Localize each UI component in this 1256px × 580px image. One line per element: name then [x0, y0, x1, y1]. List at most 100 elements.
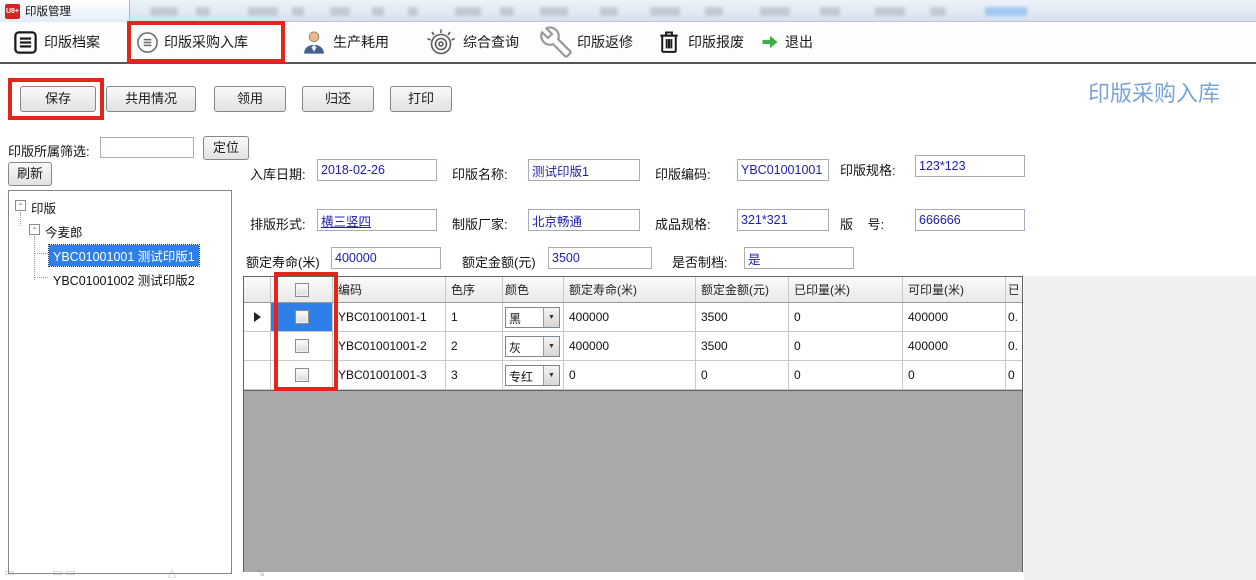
u8-logo-icon: U8+	[5, 4, 20, 19]
clipped-bottom-icon: ↘	[256, 566, 265, 579]
toolbar-item-comprehensive-query[interactable]: 综合查询	[424, 22, 519, 62]
cell-code[interactable]: YBC01001001-2	[333, 332, 446, 360]
clipped-bottom-icon: ▭	[4, 566, 14, 579]
row-selector[interactable]	[244, 303, 271, 331]
obscured-tab-item	[196, 7, 210, 16]
clipped-bottom-icon: △	[168, 566, 176, 579]
cell-printable[interactable]: 0	[903, 361, 1006, 389]
cell-color-seq[interactable]: 1	[446, 303, 503, 331]
plate-code-field[interactable]	[737, 159, 829, 181]
row-checkbox[interactable]	[295, 339, 309, 353]
cell-rated-amount[interactable]: 3500	[696, 303, 789, 331]
cell-printed[interactable]: 0	[789, 332, 903, 360]
cell-rated-life[interactable]: 0	[564, 361, 696, 389]
chevron-down-icon[interactable]: ▼	[543, 366, 559, 385]
color-dropdown[interactable]: 黑▼	[505, 307, 560, 328]
document-list-icon	[12, 29, 39, 56]
tree-collapse-root-icon[interactable]: -	[15, 200, 26, 211]
obscured-tab-item	[500, 7, 514, 16]
cell-color-seq[interactable]: 2	[446, 332, 503, 360]
return-button[interactable]: 归还	[302, 86, 374, 112]
in-date-field[interactable]	[317, 159, 437, 181]
toolbar-item-exit[interactable]: 退出	[760, 22, 813, 62]
cell-color-seq[interactable]: 3	[446, 361, 503, 389]
person-icon	[300, 28, 328, 56]
cell-printable[interactable]: 400000	[903, 303, 1006, 331]
row-selector[interactable]	[244, 332, 271, 360]
clipped-bottom-icon: ▭ ▭	[52, 566, 76, 579]
tree-collapse-group-icon[interactable]: -	[29, 224, 40, 235]
header-color-seq[interactable]: 色序	[446, 277, 503, 302]
header-color[interactable]: 颜色	[503, 277, 564, 302]
row-selector[interactable]	[244, 361, 271, 389]
refresh-button[interactable]: 刷新	[8, 162, 52, 186]
chevron-down-icon[interactable]: ▼	[543, 337, 559, 356]
archived-field[interactable]	[744, 247, 854, 269]
header-clipped[interactable]: 已	[1006, 277, 1018, 302]
tree-guide-line	[34, 253, 48, 254]
cell-code[interactable]: YBC01001001-3	[333, 361, 446, 389]
page-title: 印版采购入库	[1088, 76, 1220, 108]
obscured-tab-item	[408, 7, 418, 16]
color-dropdown[interactable]: 专红▼	[505, 365, 560, 386]
plate-spec-field[interactable]	[915, 155, 1025, 177]
tree-guide-line	[34, 277, 48, 278]
toolbar-item-plate-repair[interactable]: 印版返修	[540, 22, 633, 62]
header-rated-amount[interactable]: 额定金额(元)	[696, 277, 789, 302]
tab-print-plate-management[interactable]: U8+ 印版管理	[0, 0, 130, 22]
tab-bar: U8+ 印版管理	[0, 0, 1256, 22]
header-printed[interactable]: 已印量(米)	[789, 277, 903, 302]
rated-amount-label: 额定金额(元)	[462, 252, 536, 271]
filter-label: 印版所属筛选:	[8, 141, 90, 160]
tree-item-plate-2[interactable]: YBC01001002 测试印版2	[53, 270, 195, 289]
locate-button[interactable]: 定位	[203, 136, 249, 160]
tree-item-plate-1[interactable]: YBC01001001 测试印版1	[49, 245, 199, 266]
shared-usage-button[interactable]: 共用情况	[106, 86, 196, 112]
print-button[interactable]: 打印	[390, 86, 452, 112]
save-button[interactable]: 保存	[20, 86, 96, 112]
archived-label: 是否制档:	[672, 252, 728, 271]
obscured-tab-item	[292, 7, 304, 16]
grid-header-row: 编码 色序 颜色 额定寿命(米) 额定金额(元) 已印量(米) 可印量(米) 已	[244, 277, 1022, 303]
header-checkbox-cell	[271, 277, 333, 302]
cell-code[interactable]: YBC01001001-1	[333, 303, 446, 331]
layout-form-label: 排版形式:	[250, 214, 306, 233]
row-checkbox[interactable]	[295, 368, 309, 382]
toolbar-item-production-consumption[interactable]: 生产耗用	[300, 22, 389, 62]
plate-name-field[interactable]	[528, 159, 640, 181]
cell-rated-life[interactable]: 400000	[564, 332, 696, 360]
cell-printed[interactable]: 0	[789, 303, 903, 331]
header-row-selector[interactable]	[244, 277, 271, 302]
cell-clipped[interactable]: 0	[1006, 361, 1018, 389]
plate-number-field[interactable]	[915, 209, 1025, 231]
cell-rated-amount[interactable]: 3500	[696, 332, 789, 360]
rated-amount-field[interactable]	[548, 247, 652, 269]
header-code[interactable]: 编码	[333, 277, 446, 302]
row-checkbox[interactable]	[295, 310, 309, 324]
product-spec-field[interactable]	[737, 209, 829, 231]
cell-clipped[interactable]: 0.	[1006, 303, 1018, 331]
cell-rated-amount[interactable]: 0	[696, 361, 789, 389]
borrow-button[interactable]: 领用	[214, 86, 286, 112]
eye-icon	[424, 27, 458, 57]
tree-node-root[interactable]: 印版	[31, 198, 56, 217]
cell-rated-life[interactable]: 400000	[564, 303, 696, 331]
toolbar-item-plate-purchase-inbound[interactable]: 印版采购入库	[136, 22, 248, 62]
header-printable[interactable]: 可印量(米)	[903, 277, 1006, 302]
plate-maker-field[interactable]	[528, 209, 640, 231]
header-rated-life[interactable]: 额定寿命(米)	[564, 277, 696, 302]
obscured-tab-item	[372, 7, 384, 16]
filter-input[interactable]	[100, 137, 194, 158]
chevron-down-icon[interactable]: ▼	[543, 308, 559, 327]
cell-printable[interactable]: 400000	[903, 332, 1006, 360]
cell-printed[interactable]: 0	[789, 361, 903, 389]
toolbar-item-plate-archive[interactable]: 印版档案	[12, 22, 100, 62]
color-dropdown[interactable]: 灰▼	[505, 336, 560, 357]
toolbar-item-plate-scrap[interactable]: 印版报废	[655, 22, 744, 62]
rated-life-field[interactable]	[331, 247, 441, 269]
tree-node-group[interactable]: 今麦郎	[45, 222, 83, 241]
layout-form-field[interactable]	[317, 209, 437, 231]
in-date-label: 入库日期:	[250, 164, 306, 183]
select-all-checkbox[interactable]	[295, 283, 309, 297]
cell-clipped[interactable]: 0.	[1006, 332, 1018, 360]
